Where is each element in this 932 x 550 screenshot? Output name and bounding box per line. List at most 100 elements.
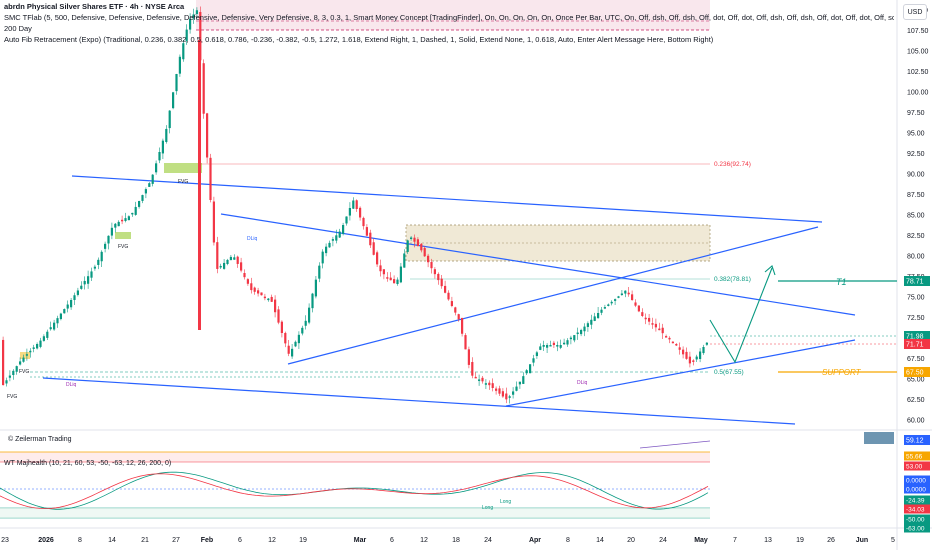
candle (566, 340, 569, 345)
price-tick: 62.50 (907, 397, 925, 404)
candle (100, 251, 103, 262)
candle (284, 332, 287, 344)
candle (454, 307, 457, 313)
candle (301, 327, 304, 334)
candle (498, 388, 501, 394)
candle (155, 163, 158, 173)
dliq-label-1: DLiq (247, 236, 258, 242)
candle (651, 323, 654, 325)
candle (430, 262, 433, 269)
candle (702, 347, 705, 354)
candle (110, 227, 113, 236)
candle (87, 276, 90, 284)
candle (348, 208, 351, 216)
time-tick: 6 (238, 537, 242, 544)
price-axis[interactable]: 110.00107.50105.00102.50100.0097.5095.00… (904, 8, 930, 533)
candle (246, 279, 249, 284)
indicator-ma[interactable]: 200 Day (4, 24, 32, 34)
candle (134, 206, 137, 215)
t1-label: T1 (836, 277, 847, 287)
candle (260, 292, 263, 296)
candle (535, 352, 538, 357)
candle (219, 265, 222, 268)
candle (654, 323, 657, 328)
candle (15, 366, 18, 372)
candle (474, 376, 477, 379)
time-tick: 8 (566, 537, 570, 544)
price-badge-label: 71.71 (906, 342, 924, 349)
candle (389, 277, 392, 281)
time-tick: 24 (484, 537, 492, 544)
long-label-2: Long (500, 499, 511, 505)
candle (22, 357, 25, 362)
price-badge-label: 67.50 (906, 370, 924, 377)
candle (705, 342, 708, 345)
price-pane[interactable] (0, 0, 897, 430)
candle (637, 305, 640, 312)
candle (648, 317, 651, 322)
candle (644, 317, 647, 320)
candle (321, 251, 324, 264)
time-tick: 14 (596, 537, 604, 544)
time-tick: 19 (299, 537, 307, 544)
indicator-fib[interactable]: Auto Fib Retracement (Expo) (Traditional… (4, 35, 894, 45)
price-tick: 92.50 (907, 151, 925, 158)
indicator-smc[interactable]: SMC TFlab (5, 500, Defensive, Defensive,… (4, 13, 894, 23)
oscillator-title[interactable]: WT Majhealth (10, 21, 60, 53, -50, -63, … (4, 460, 171, 467)
time-tick: 24 (659, 537, 667, 544)
osc-badge-label: -24.39 (906, 498, 925, 505)
fvg-box-2 (115, 232, 131, 239)
candle (668, 337, 671, 340)
candle (658, 328, 661, 331)
time-tick: 13 (764, 537, 772, 544)
candle (393, 279, 396, 284)
candle (399, 266, 402, 283)
candle (328, 242, 331, 248)
candle (304, 320, 307, 326)
chart-canvas[interactable]: 110.00107.50105.00102.50100.0097.5095.00… (0, 0, 932, 550)
candle (620, 293, 623, 295)
time-tick: 6 (390, 537, 394, 544)
candle (556, 345, 559, 347)
currency-button[interactable]: USD (903, 4, 927, 20)
fib-236-label: 0.236(92.74) (714, 161, 751, 168)
time-tick: Mar (354, 537, 367, 544)
candle (223, 262, 226, 269)
fvg-label-4: FVG (7, 394, 17, 400)
time-axis[interactable]: 23 2026 8 14 21 27 Feb 6 12 19 Mar 6 12 18 24 Apr 8 14 20 2… (1, 537, 895, 544)
time-tick: 26 (827, 537, 835, 544)
candle (508, 396, 511, 398)
candle (168, 110, 171, 129)
candle (202, 63, 205, 114)
candle (29, 350, 32, 353)
candle (600, 309, 603, 313)
volume-bar (864, 432, 894, 444)
time-tick: Feb (201, 537, 213, 544)
price-tick: 85.00 (907, 213, 925, 220)
candle (342, 225, 345, 234)
osc-badge-label: 53.00 (906, 464, 923, 471)
watermark: © Zeilerman Trading (8, 436, 72, 443)
candle (695, 356, 698, 360)
candle (36, 344, 39, 349)
long-label-1: Long (482, 505, 493, 511)
osc-badge-label: -63.00 (906, 526, 925, 533)
candle (76, 290, 79, 295)
candle (277, 309, 280, 323)
candle (216, 242, 219, 269)
candle (345, 216, 348, 224)
fvg-box-1 (164, 163, 202, 173)
candle (529, 364, 532, 374)
price-tick: 72.50 (907, 315, 925, 322)
price-tick: 102.50 (907, 69, 929, 76)
candle (355, 200, 358, 209)
candle (311, 293, 314, 309)
candle (552, 342, 555, 345)
candle (70, 300, 73, 308)
candle (372, 242, 375, 255)
candle (2, 339, 5, 385)
candle (471, 362, 474, 376)
fvg-label-1: FVG (178, 179, 188, 185)
time-tick: 2026 (38, 537, 54, 544)
symbol-title[interactable]: abrdn Physical Silver Shares ETF · 4h · … (4, 2, 184, 12)
